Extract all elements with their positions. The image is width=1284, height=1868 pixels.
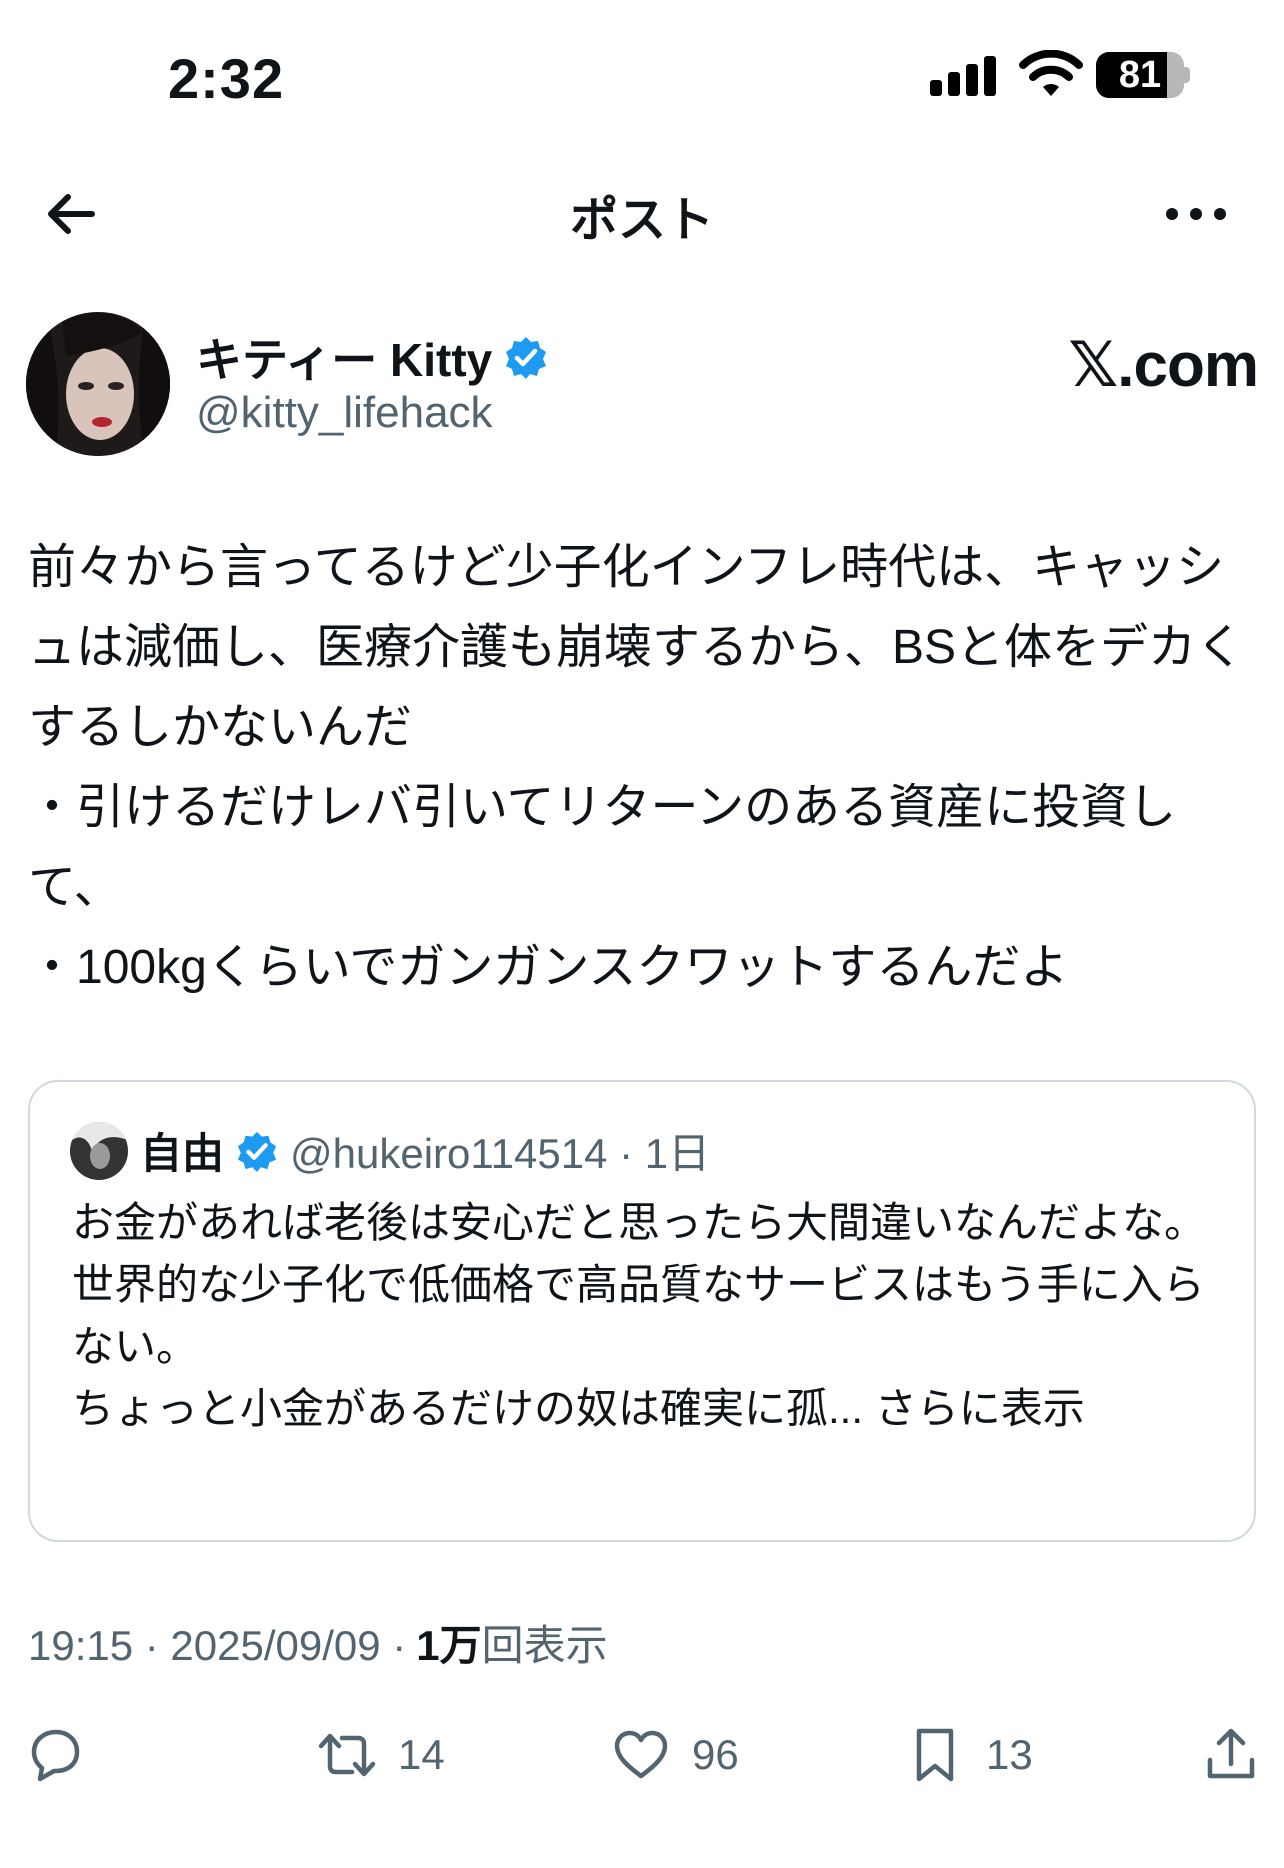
verified-badge-icon bbox=[506, 337, 547, 379]
status-bar: 2:32 81 bbox=[0, 0, 1284, 150]
show-more-link[interactable]: さらに表示 bbox=[875, 1385, 1085, 1432]
page-title: ポスト bbox=[569, 194, 714, 247]
battery-level: 81 bbox=[1118, 54, 1162, 96]
heart-icon bbox=[614, 1730, 668, 1779]
views-count: 1万 bbox=[416, 1622, 482, 1669]
like-count: 96 bbox=[692, 1731, 739, 1778]
author-avatar[interactable] bbox=[26, 312, 170, 456]
x-com-watermark: 𝕏.com bbox=[1068, 331, 1259, 400]
retweet-count: 14 bbox=[398, 1731, 445, 1778]
quote-tweet-card[interactable]: 自由 @hukeiro114514 · 1日 お金があれば老後は安心だと思ったら… bbox=[28, 1080, 1256, 1542]
share-icon bbox=[1207, 1728, 1255, 1779]
battery-icon: 81 bbox=[1096, 52, 1190, 98]
tweet-author: キティー Kitty @kitty_lifehack 𝕏.com bbox=[26, 312, 1259, 462]
author-name[interactable]: キティー Kitty bbox=[196, 324, 492, 390]
tweet-meta: 19:15 · 2025/09/09 · 1万回表示 bbox=[28, 1612, 608, 1673]
quote-text: お金があれば老後は安心だと思ったら大間違いなんだよな。 世界的な少子化で低価格で… bbox=[72, 1192, 1222, 1440]
retweet-button[interactable]: 14 bbox=[318, 1710, 445, 1800]
bookmark-icon bbox=[916, 1728, 954, 1782]
like-button[interactable]: 96 bbox=[612, 1710, 739, 1800]
share-button[interactable] bbox=[1202, 1710, 1260, 1800]
more-options-icon[interactable] bbox=[1160, 186, 1232, 242]
reply-icon bbox=[31, 1729, 80, 1782]
quote-author-handle: @hukeiro114514 · 1日 bbox=[290, 1130, 711, 1177]
quote-author-name: 自由 bbox=[140, 1130, 225, 1177]
bookmark-count: 13 bbox=[986, 1731, 1033, 1778]
tweet-timestamp: 19:15 · 2025/09/09 · bbox=[28, 1622, 407, 1669]
reply-button[interactable] bbox=[26, 1710, 84, 1800]
tweet-actions: 14 96 13 bbox=[0, 1710, 1284, 1800]
status-time: 2:32 bbox=[168, 47, 285, 110]
cellular-signal-icon bbox=[930, 56, 996, 96]
author-handle[interactable]: @kitty_lifehack bbox=[196, 388, 493, 438]
quote-author-avatar bbox=[70, 1121, 128, 1180]
retweet-icon bbox=[318, 1733, 376, 1777]
wifi-icon bbox=[1019, 50, 1083, 96]
tweet-text: 前々から言ってるけど少子化インフレ時代は、キャッシュは減価し、医療介護も崩壊する… bbox=[28, 541, 1245, 994]
top-nav: ポスト bbox=[0, 160, 1284, 260]
bookmark-button[interactable]: 13 bbox=[906, 1710, 1033, 1800]
verified-badge-icon bbox=[237, 1131, 277, 1172]
views-label: 回表示 bbox=[481, 1622, 608, 1669]
